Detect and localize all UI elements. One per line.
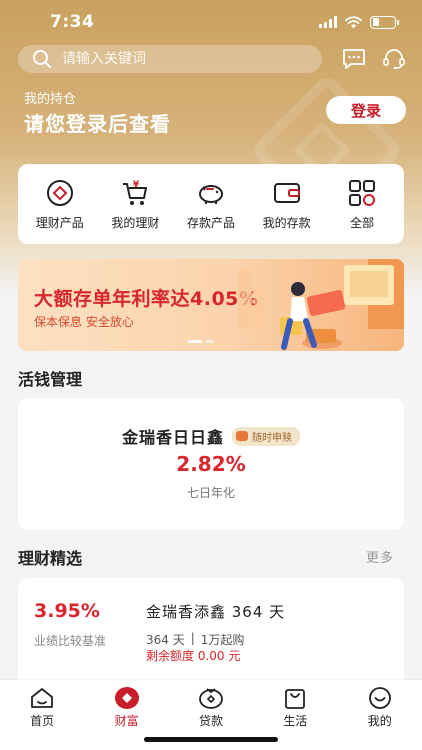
search-bar[interactable]: [18, 45, 322, 73]
featured-wealth-title: 理财精选: [18, 549, 83, 568]
tab-label: 我的: [367, 714, 392, 728]
status-icons: [319, 15, 399, 29]
tab-home[interactable]: 首页: [7, 686, 77, 750]
tab-label: 贷款: [198, 714, 223, 728]
wallet-icon: [273, 182, 300, 203]
product-term: 364 天: [146, 633, 185, 647]
search-icon: [33, 50, 51, 68]
product-meta: 364 天 | 1万起购: [146, 631, 244, 648]
quick-item-deposit-products[interactable]: 存款产品: [174, 178, 248, 231]
product-min-amount: 1万起购: [200, 633, 245, 647]
redeem-tag-label: 随时申赎: [252, 432, 292, 444]
quick-item-label: 我的存款: [262, 215, 311, 230]
grid-icon: [349, 179, 376, 206]
message-icon[interactable]: [342, 48, 366, 70]
wealth-product-icon: [46, 179, 73, 206]
profile-icon: [368, 687, 391, 709]
svg-text:¥: ¥: [133, 180, 140, 190]
quick-item-label: 我的理财: [111, 215, 160, 230]
quick-item-label: 理财产品: [35, 215, 84, 230]
banner-dot-active: [188, 340, 202, 343]
tag-icon: [236, 431, 248, 441]
cellular-signal-icon: [319, 16, 337, 28]
quick-item-my-wealth[interactable]: ¥ 我的理财: [98, 178, 172, 231]
banner-dot: [206, 340, 214, 343]
product-rate-label: 业绩比较基准: [34, 634, 107, 648]
cash-product-name: 金瑞香日日鑫: [121, 428, 224, 447]
holdings-login-prompt: 请您登录后查看: [24, 112, 171, 136]
tab-profile[interactable]: 我的: [345, 686, 415, 750]
featured-product-card[interactable]: 3.95% 业绩比较基准 金瑞香添鑫 364 天 364 天 | 1万起购 剩余…: [18, 578, 404, 688]
status-time: 7:34: [50, 12, 95, 32]
redeem-tag: 随时申赎: [232, 426, 300, 446]
banner-pagination: [188, 340, 214, 343]
status-bar: 7:34: [0, 0, 422, 44]
quick-menu: 理财产品 ¥ 我的理财 存款产品 我的存款 全部: [18, 164, 404, 244]
quick-item-label: 全部: [350, 215, 375, 230]
quick-item-wealth-products[interactable]: 理财产品: [23, 178, 97, 231]
piggy-bank-icon: [198, 184, 223, 204]
more-link[interactable]: 更多: [366, 547, 394, 566]
tab-label: 生活: [283, 714, 308, 728]
product-rate: 3.95%: [34, 600, 100, 622]
meta-separator: |: [190, 631, 195, 645]
cash-management-title: 活钱管理: [18, 370, 83, 389]
cash-product-card[interactable]: 金瑞香日日鑫 随时申赎 2.82% 七日年化: [18, 398, 404, 530]
quick-item-my-deposits[interactable]: 我的存款: [250, 178, 324, 231]
cash-product-header: 金瑞香日日鑫 随时申赎: [18, 424, 404, 448]
cart-yen-icon: ¥: [123, 180, 148, 205]
product-remaining-quota: 剩余额度 0.00 元: [146, 649, 241, 663]
banner-subtitle: 保本保息 安全放心: [34, 315, 134, 329]
quick-item-label: 存款产品: [186, 215, 235, 230]
product-name: 金瑞香添鑫 364 天: [146, 603, 286, 621]
tab-label: 财富: [114, 714, 139, 728]
home-icon: [31, 688, 54, 708]
wealth-icon: [114, 687, 139, 709]
battery-icon: [370, 15, 399, 29]
search-row: [18, 45, 408, 73]
holdings-label: 我的持仓: [24, 92, 77, 107]
tab-label: 首页: [30, 714, 55, 728]
shopping-bag-icon: [285, 689, 306, 709]
banner-illustration: [238, 259, 404, 350]
promo-banner[interactable]: 大额存单年利率达4.05% 保本保息 安全放心: [18, 259, 404, 351]
cash-product-rate: 2.82%: [176, 452, 246, 476]
wifi-icon: [345, 15, 362, 28]
quick-item-all[interactable]: 全部: [325, 178, 399, 231]
login-button[interactable]: 登录: [326, 96, 406, 124]
cash-product-rate-label: 七日年化: [186, 486, 235, 500]
search-input[interactable]: [62, 51, 282, 67]
loan-icon: [199, 688, 223, 709]
home-indicator: [144, 737, 278, 742]
customer-service-icon[interactable]: [382, 48, 406, 70]
